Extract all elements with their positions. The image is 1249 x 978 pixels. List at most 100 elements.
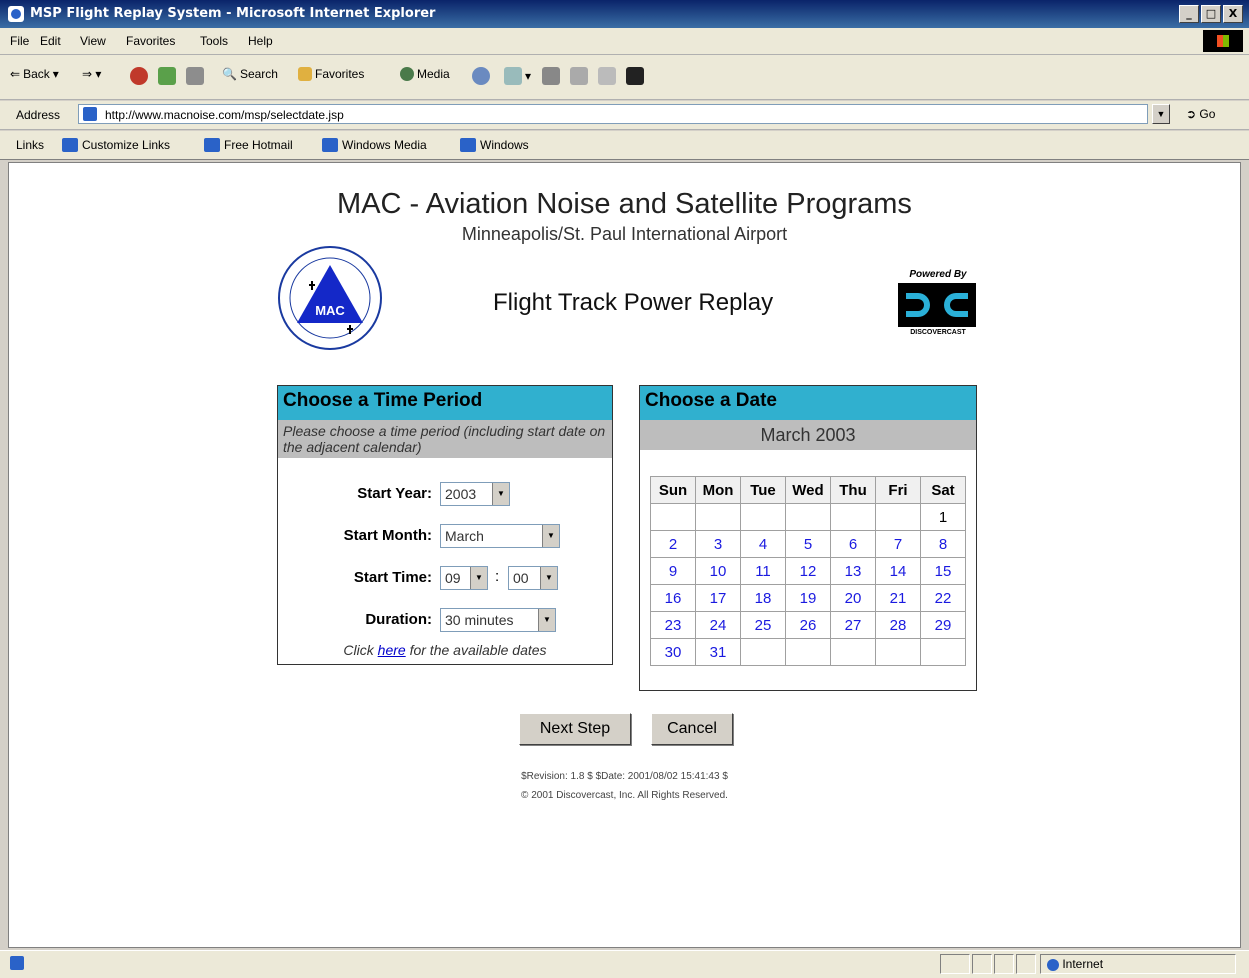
calendar-day[interactable]: 6 bbox=[830, 530, 876, 558]
date-panel: Choose a Date March 2003 Sun Mon Tue Wed… bbox=[639, 385, 977, 691]
status-cell bbox=[994, 954, 1014, 974]
link-windows[interactable]: Windows bbox=[460, 138, 529, 152]
search-button[interactable]: 🔍 Search bbox=[222, 67, 278, 81]
calendar-day[interactable]: 18 bbox=[740, 584, 786, 612]
calendar-day[interactable]: 24 bbox=[695, 611, 741, 639]
go-button[interactable]: ➲ Go bbox=[1186, 107, 1215, 121]
ie-page-icon bbox=[204, 138, 220, 152]
windows-logo-icon bbox=[1203, 30, 1243, 52]
calendar-day[interactable]: 8 bbox=[920, 530, 966, 558]
calendar-day[interactable]: 19 bbox=[785, 584, 831, 612]
start-month-select[interactable]: March ▼ bbox=[440, 524, 560, 548]
menu-file[interactable]: File bbox=[10, 34, 29, 48]
refresh-button[interactable] bbox=[158, 67, 176, 85]
calendar-day[interactable]: 15 bbox=[920, 557, 966, 585]
link-customize-links[interactable]: Customize Links bbox=[62, 138, 170, 152]
internet-globe-icon bbox=[1047, 958, 1059, 971]
next-step-button[interactable]: Next Step bbox=[519, 713, 631, 745]
calendar-day[interactable]: 30 bbox=[650, 638, 696, 666]
address-input[interactable]: http://www.macnoise.com/msp/selectdate.j… bbox=[78, 104, 1148, 124]
calendar-week-row: 2345678 bbox=[650, 530, 966, 558]
mail-button[interactable]: ▾ bbox=[504, 67, 531, 85]
security-zone-label: Internet bbox=[1062, 957, 1104, 971]
calendar-day[interactable]: 1 bbox=[920, 503, 966, 531]
back-button[interactable]: ⇐ Back ▾ bbox=[10, 67, 59, 81]
menu-help[interactable]: Help bbox=[248, 34, 273, 48]
menu-view[interactable]: View bbox=[80, 34, 106, 48]
calendar-day[interactable]: 27 bbox=[830, 611, 876, 639]
history-button[interactable] bbox=[472, 67, 490, 85]
link-label: Windows Media bbox=[342, 138, 427, 152]
link-free-hotmail[interactable]: Free Hotmail bbox=[204, 138, 293, 152]
edit-button[interactable] bbox=[570, 67, 588, 85]
calendar-month: March 2003 bbox=[640, 420, 976, 450]
search-icon: 🔍 bbox=[222, 67, 237, 81]
calendar-day[interactable]: 12 bbox=[785, 557, 831, 585]
maximize-button[interactable]: □ bbox=[1201, 5, 1221, 23]
note-prefix: Click bbox=[343, 642, 374, 658]
close-button[interactable]: X bbox=[1223, 5, 1243, 23]
calendar-day[interactable]: 29 bbox=[920, 611, 966, 639]
chevron-down-icon: ▼ bbox=[1156, 109, 1166, 119]
duration-label: Duration: bbox=[365, 611, 432, 628]
calendar-day[interactable]: 28 bbox=[875, 611, 921, 639]
favorites-label: Favorites bbox=[315, 67, 365, 81]
stop-button[interactable] bbox=[130, 67, 148, 85]
link-windows-media[interactable]: Windows Media bbox=[322, 138, 427, 152]
calendar-day[interactable]: 5 bbox=[785, 530, 831, 558]
calendar-empty-cell bbox=[920, 638, 966, 666]
calendar-day[interactable]: 2 bbox=[650, 530, 696, 558]
calendar-day[interactable]: 9 bbox=[650, 557, 696, 585]
powered-by-label: Powered By bbox=[909, 269, 967, 280]
calendar-day[interactable]: 16 bbox=[650, 584, 696, 612]
calendar-day[interactable]: 7 bbox=[875, 530, 921, 558]
menu-tools[interactable]: Tools bbox=[200, 34, 228, 48]
calendar-day[interactable]: 10 bbox=[695, 557, 741, 585]
messenger-button[interactable] bbox=[626, 67, 644, 85]
home-button[interactable] bbox=[186, 67, 204, 85]
links-label: Links bbox=[16, 138, 45, 152]
ie-icon bbox=[8, 6, 24, 22]
duration-select[interactable]: 30 minutes ▼ bbox=[440, 608, 556, 632]
available-dates-link[interactable]: here bbox=[378, 642, 406, 658]
calendar-day[interactable]: 4 bbox=[740, 530, 786, 558]
calendar-day[interactable]: 20 bbox=[830, 584, 876, 612]
search-label: Search bbox=[239, 67, 278, 81]
calendar-empty-cell bbox=[875, 503, 921, 531]
start-minute-select[interactable]: 00 ▼ bbox=[508, 566, 558, 590]
calendar-day[interactable]: 25 bbox=[740, 611, 786, 639]
address-dropdown-button[interactable]: ▼ bbox=[1152, 104, 1170, 124]
calendar-day[interactable]: 26 bbox=[785, 611, 831, 639]
menu-favorites[interactable]: Favorites bbox=[126, 34, 175, 48]
chevron-down-icon: ▼ bbox=[542, 525, 559, 547]
calendar-day[interactable]: 14 bbox=[875, 557, 921, 585]
calendar-day[interactable]: 21 bbox=[875, 584, 921, 612]
calendar-day[interactable]: 3 bbox=[695, 530, 741, 558]
calendar-day[interactable]: 13 bbox=[830, 557, 876, 585]
calendar-day[interactable]: 31 bbox=[695, 638, 741, 666]
forward-button[interactable]: ⇒ ▾ bbox=[82, 67, 101, 81]
day-header: Mon bbox=[695, 476, 741, 504]
calendar-day[interactable]: 17 bbox=[695, 584, 741, 612]
start-year-select[interactable]: 2003 ▼ bbox=[440, 482, 510, 506]
back-label: Back bbox=[23, 67, 50, 81]
calendar-empty-cell bbox=[740, 638, 786, 666]
discuss-button[interactable] bbox=[598, 67, 616, 85]
print-button[interactable] bbox=[542, 67, 560, 85]
start-hour-select[interactable]: 09 ▼ bbox=[440, 566, 488, 590]
media-button[interactable]: Media bbox=[400, 67, 450, 81]
minimize-button[interactable]: _ bbox=[1179, 5, 1199, 23]
calendar-day[interactable]: 11 bbox=[740, 557, 786, 585]
favorites-button[interactable]: Favorites bbox=[298, 67, 364, 81]
page-icon bbox=[83, 107, 97, 121]
start-time-label: Start Time: bbox=[353, 569, 432, 586]
link-label: Windows bbox=[480, 138, 529, 152]
calendar-day[interactable]: 23 bbox=[650, 611, 696, 639]
edit-icon bbox=[570, 67, 588, 85]
standard-toolbar: ⇐ Back ▾ ⇒ ▾ 🔍 Search Favorites Media ▾ bbox=[0, 55, 1249, 100]
page-subtitle: Minneapolis/St. Paul International Airpo… bbox=[461, 224, 788, 244]
menu-bar: File Edit View Favorites Tools Help bbox=[0, 28, 1249, 55]
calendar-day[interactable]: 22 bbox=[920, 584, 966, 612]
cancel-button[interactable]: Cancel bbox=[651, 713, 733, 745]
menu-edit[interactable]: Edit bbox=[40, 34, 61, 48]
